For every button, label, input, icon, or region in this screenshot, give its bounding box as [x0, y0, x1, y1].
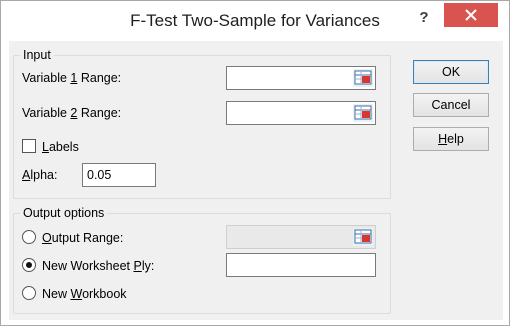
output-range-selector-button[interactable]: [353, 228, 373, 246]
output-range-label[interactable]: Output Range:: [42, 231, 123, 245]
new-worksheet-ply-label[interactable]: New Worksheet Ply:: [42, 259, 154, 273]
variable-2-range-field[interactable]: [226, 101, 376, 125]
alpha-label: Alpha:: [22, 168, 58, 182]
close-icon: [465, 9, 477, 21]
labels-checkbox[interactable]: [22, 139, 36, 153]
output-range-field[interactable]: [226, 225, 376, 249]
variable-1-range-label: Variable 1 Range:: [22, 71, 122, 85]
dialog-body: Input Variable 1 Range: Variable 2 Range…: [9, 41, 503, 320]
new-worksheet-ply-radio[interactable]: [22, 258, 36, 272]
help-button[interactable]: Help: [413, 127, 489, 151]
cancel-button[interactable]: Cancel: [413, 93, 489, 117]
range-selector-icon: [354, 229, 372, 244]
close-button[interactable]: [444, 3, 498, 27]
alpha-field[interactable]: [82, 163, 156, 187]
output-range-radio[interactable]: [22, 230, 36, 244]
input-group-label: Input: [20, 48, 54, 62]
range-selector-icon: [354, 105, 372, 120]
new-workbook-radio[interactable]: [22, 286, 36, 300]
alpha-input[interactable]: [83, 164, 155, 186]
variable-1-range-field[interactable]: [226, 66, 376, 90]
output-options-group: Output options Output Range: New Workshe…: [13, 206, 391, 314]
range-selector-icon: [354, 70, 372, 85]
variable-1-range-selector-button[interactable]: [353, 69, 373, 87]
new-workbook-label[interactable]: New Workbook: [42, 287, 127, 301]
output-options-group-label: Output options: [20, 206, 108, 220]
help-icon[interactable]: ?: [414, 9, 434, 26]
dialog-window: F-Test Two-Sample for Variances ? Input …: [0, 0, 510, 326]
input-group: Input Variable 1 Range: Variable 2 Range…: [13, 48, 391, 199]
new-worksheet-ply-input[interactable]: [227, 254, 375, 276]
title-bar[interactable]: F-Test Two-Sample for Variances ?: [2, 2, 508, 40]
new-worksheet-ply-field[interactable]: [226, 253, 376, 277]
variable-2-range-selector-button[interactable]: [353, 104, 373, 122]
ok-button[interactable]: OK: [413, 60, 489, 84]
variable-2-range-label: Variable 2 Range:: [22, 106, 122, 120]
labels-label[interactable]: Labels: [42, 140, 79, 154]
